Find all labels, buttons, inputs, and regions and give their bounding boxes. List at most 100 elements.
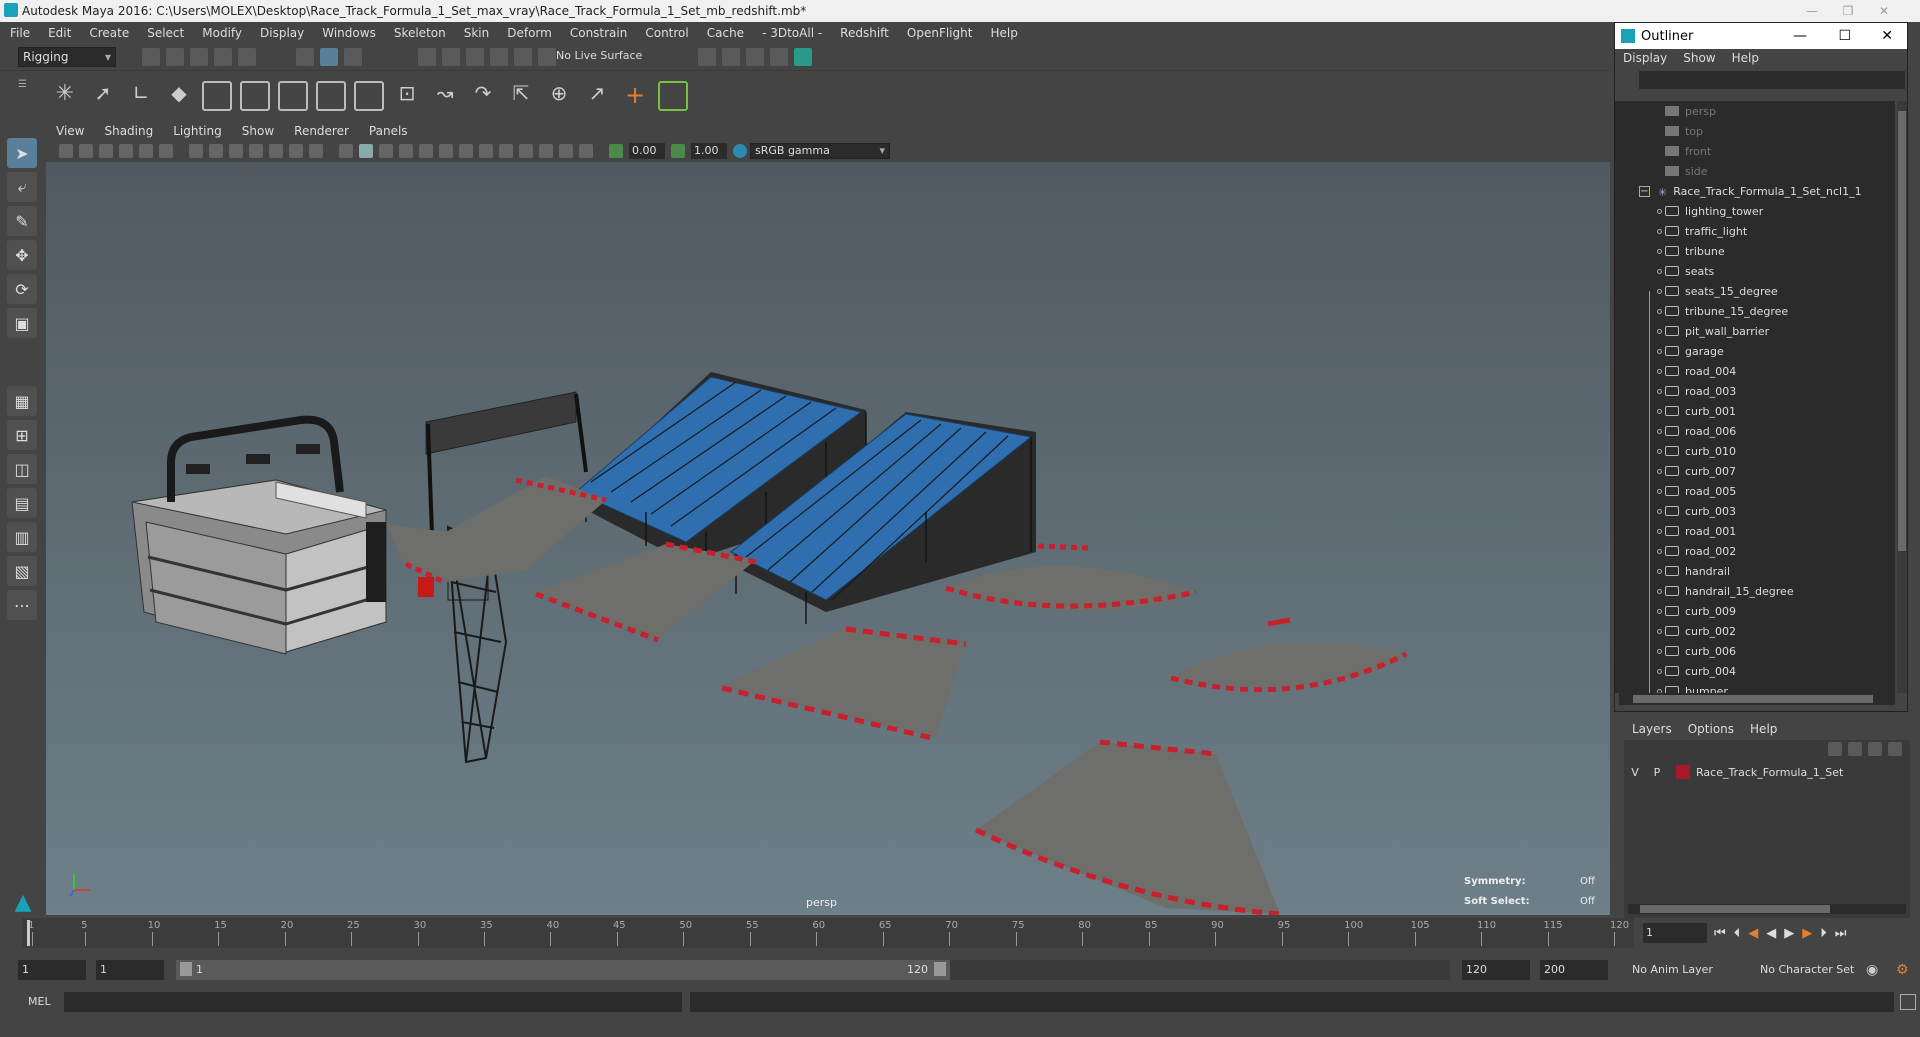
grease-pencil-icon[interactable] [159,144,173,158]
use-all-lights-icon[interactable] [419,144,433,158]
new-scene-icon[interactable] [142,48,160,66]
cluster-icon[interactable] [278,81,308,111]
live-surface-label[interactable]: No Live Surface [556,49,642,62]
wrap-icon[interactable] [354,81,384,111]
end-time-field[interactable]: 200 [1540,960,1608,980]
command-language-label[interactable]: MEL [28,995,51,1008]
ik-handle-icon[interactable]: ➚ [88,81,118,111]
color-management-icon[interactable] [733,144,747,158]
scrollbar-thumb[interactable] [1633,695,1873,703]
outliner-camera-item[interactable]: side [1615,161,1895,181]
outliner-child-item[interactable]: curb_004 [1615,661,1895,681]
garage-mesh[interactable] [131,479,387,655]
playback-end-field[interactable]: 120 [1462,960,1530,980]
layer-playback-toggle[interactable]: P [1646,766,1668,779]
orient-constraint-icon[interactable]: ↷ [468,81,498,111]
anim-layer-dropdown[interactable]: No Anim Layer [1628,960,1738,980]
outliner-group-item[interactable]: − ✳ Race_Track_Formula_1_Set_ncl1_1 [1615,181,1895,201]
paint-weights-icon[interactable] [202,81,232,111]
viewport-menu-panels[interactable]: Panels [359,124,418,138]
maya-home-icon[interactable]: ▲ [6,890,40,916]
set-driven-key-icon[interactable] [658,81,688,111]
step-back-frame-icon[interactable]: ◀ [1748,926,1758,941]
wireframe-icon[interactable] [339,144,353,158]
anti-aliasing-icon[interactable] [559,144,573,158]
outliner-camera-item[interactable]: top [1615,121,1895,141]
film-gate-icon[interactable] [209,144,223,158]
step-back-key-icon[interactable]: ⏴ [1734,926,1741,941]
menu-3dtoall[interactable]: - 3DtoAll - [752,26,830,40]
viewport-menu-lighting[interactable]: Lighting [163,124,232,138]
viewport-menu-show[interactable]: Show [232,124,284,138]
animation-preferences-icon[interactable]: ⚙ [1896,962,1909,978]
hypershade-icon[interactable] [794,48,812,66]
menu-openflight[interactable]: OpenFlight [897,26,981,40]
menu-constrain[interactable]: Constrain [560,26,636,40]
persp-outliner-layout-icon[interactable]: ▤ [7,488,37,518]
safe-action-icon[interactable] [289,144,303,158]
menu-skin[interactable]: Skin [454,26,498,40]
xray-icon[interactable] [479,144,493,158]
screen-space-ao-icon[interactable] [519,144,533,158]
outliner-child-item[interactable]: handrail [1615,561,1895,581]
close-icon[interactable]: ✕ [1866,0,1902,22]
camera-lock-icon[interactable] [79,144,93,158]
start-time-field[interactable]: 1 [18,960,86,980]
auto-key-icon[interactable]: ◉ [1866,962,1878,978]
scale-constraint-icon[interactable]: ⇱ [506,81,536,111]
smooth-shade-icon[interactable] [359,144,373,158]
layer-name[interactable]: Race_Track_Formula_1_Set [1696,766,1843,779]
paint-select-icon[interactable]: ✎ [7,206,37,236]
menu-deform[interactable]: Deform [497,26,560,40]
render-view-icon[interactable] [698,48,716,66]
range-bar[interactable]: 1 120 [176,960,950,980]
step-forward-key-icon[interactable]: ⏵ [1820,926,1827,941]
menu-skeleton[interactable]: Skeleton [384,26,454,40]
ik-spline-icon[interactable]: ∟ [126,81,156,111]
gate-mask-icon[interactable] [249,144,263,158]
bind-skin-icon[interactable]: ◆ [164,81,194,111]
menu-redshift[interactable]: Redshift [830,26,897,40]
depth-of-field-icon[interactable] [579,144,593,158]
pole-vector-icon[interactable]: ↗ [582,81,612,111]
outliner-child-item[interactable]: seats_15_degree [1615,281,1895,301]
resolution-gate-icon[interactable] [229,144,243,158]
play-forward-icon[interactable]: ▶ [1784,926,1794,941]
snap-grid-icon[interactable] [418,48,436,66]
locator-icon[interactable]: + [620,81,650,111]
go-to-end-icon[interactable]: ⏭ [1835,926,1847,941]
outliner-child-item[interactable]: lighting_tower [1615,201,1895,221]
outliner-child-item[interactable]: road_003 [1615,381,1895,401]
camera-attributes-icon[interactable] [139,144,153,158]
select-component-icon[interactable] [344,48,362,66]
motion-blur-icon[interactable] [539,144,553,158]
xray-joints-icon[interactable] [499,144,513,158]
menu-select[interactable]: Select [137,26,192,40]
layer-menu-options[interactable]: Options [1680,722,1742,736]
wireframe-on-shaded-icon[interactable] [379,144,393,158]
joint-tool-icon[interactable]: ✳ [50,81,80,111]
field-chart-icon[interactable] [269,144,283,158]
four-view-layout-icon[interactable]: ⊞ [7,420,37,450]
time-slider[interactable]: 1 5 10 15 20 25 30 35 40 45 50 55 60 65 70 75 80 85 90 95 10… [22,918,1634,948]
move-layer-up-icon[interactable] [1828,742,1842,756]
image-plane-icon[interactable] [119,144,133,158]
close-icon[interactable]: ✕ [1881,28,1893,44]
snap-curve-icon[interactable] [442,48,460,66]
shelf-options-icon[interactable]: ☰ [18,79,30,115]
scale-tool-icon[interactable]: ▣ [7,308,37,338]
go-to-start-icon[interactable]: ⏮ [1714,926,1726,941]
menu-create[interactable]: Create [79,26,137,40]
outliner-camera-item[interactable]: persp [1615,101,1895,121]
minimize-icon[interactable]: — [1793,28,1807,44]
new-empty-layer-icon[interactable] [1868,742,1882,756]
menu-file[interactable]: File [0,26,38,40]
viewport-menu-view[interactable]: View [46,124,94,138]
single-perspective-layout-icon[interactable]: ▦ [7,386,37,416]
outliner-child-item[interactable]: road_001 [1615,521,1895,541]
outliner-child-item[interactable]: road_002 [1615,541,1895,561]
rotate-tool-icon[interactable]: ⟳ [7,274,37,304]
outliner-child-item[interactable]: handrail_15_degree [1615,581,1895,601]
viewport-menu-shading[interactable]: Shading [94,124,163,138]
ipr-render-icon[interactable] [746,48,764,66]
